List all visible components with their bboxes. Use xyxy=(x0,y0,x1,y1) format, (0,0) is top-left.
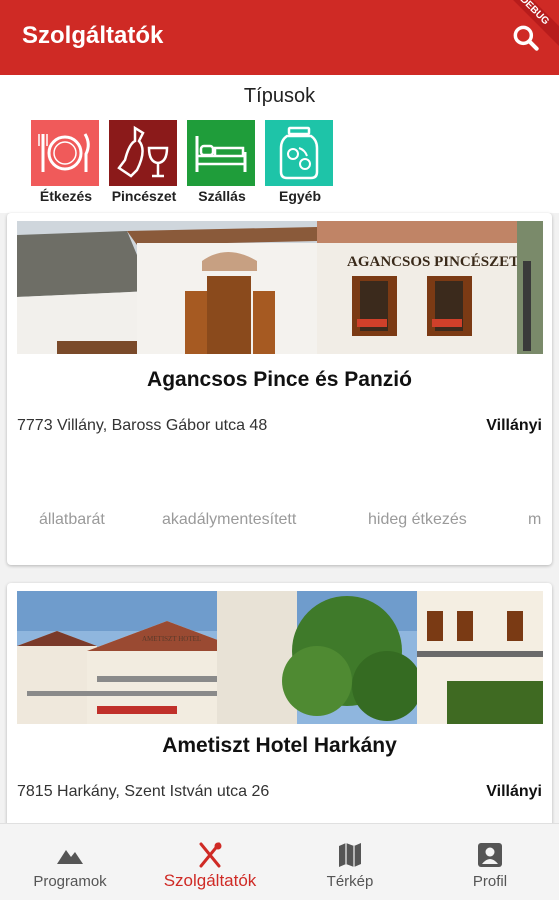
nav-item-programok[interactable]: Programok xyxy=(10,824,130,900)
tag-chip: hideg étkezés xyxy=(368,511,467,528)
nav-label: Programok xyxy=(33,873,107,890)
nav-item-szolgaltatok[interactable]: Szolgáltatók xyxy=(145,824,275,900)
tag-chip: állatbarát xyxy=(39,511,105,528)
nav-label: Térkép xyxy=(326,873,374,890)
search-icon[interactable] xyxy=(510,22,542,54)
mountain-icon xyxy=(57,850,83,864)
provider-card[interactable]: AMETISZT HOTEL Ametiszt Hotel Harkány 78… xyxy=(7,583,552,823)
tag-chip: akadálymentesített xyxy=(162,511,297,528)
type-filter-szallas[interactable]: Szállás xyxy=(187,120,257,204)
nav-label: Profil xyxy=(472,873,508,890)
provider-card[interactable]: AGANCSOS PINCÉSZET Agancsos Pince és Pan… xyxy=(7,213,552,565)
type-filter-etkezes[interactable]: Étkezés xyxy=(31,120,101,204)
main-content: Típusok Étkezés Pincészet Szállás Egyéb … xyxy=(0,75,559,823)
tag-row[interactable]: állatbarát akadálymentesített hideg étke… xyxy=(7,511,552,535)
nav-item-terkep[interactable]: Térkép xyxy=(290,824,410,900)
bottom-navigation: Programok Szolgáltatók Térkép Profil xyxy=(0,823,559,900)
nav-item-profil[interactable]: Profil xyxy=(430,824,550,900)
plate-cutlery-icon xyxy=(38,133,90,172)
type-tile xyxy=(109,120,177,186)
provider-photo: AMETISZT HOTEL xyxy=(17,591,543,724)
app-bar: Szolgáltatók DEBUG xyxy=(0,0,559,75)
type-tile xyxy=(265,120,333,186)
provider-region: Villányi xyxy=(486,417,542,434)
sign-text: AGANCSOS PINCÉSZET xyxy=(347,253,519,270)
types-heading: Típusok xyxy=(243,85,316,107)
sign-text: AMETISZT HOTEL xyxy=(142,635,201,643)
type-filter-pinceszet[interactable]: Pincészet xyxy=(109,120,179,204)
bed-icon xyxy=(195,136,247,172)
jar-icon xyxy=(279,126,319,180)
map-icon xyxy=(339,843,361,867)
type-label: Szállás xyxy=(198,188,246,204)
type-label: Étkezés xyxy=(39,188,93,204)
provider-region: Villányi xyxy=(486,783,542,800)
type-label: Pincészet xyxy=(111,188,177,204)
provider-photo: AGANCSOS PINCÉSZET xyxy=(17,221,543,354)
provider-address: 7773 Villány, Baross Gábor utca 48 xyxy=(17,417,268,434)
type-label: Egyéb xyxy=(278,188,321,204)
nav-label: Szolgáltatók xyxy=(163,871,257,890)
provider-list[interactable]: AGANCSOS PINCÉSZET Agancsos Pince és Pan… xyxy=(0,213,559,823)
type-filter-egyeb[interactable]: Egyéb xyxy=(265,120,335,204)
provider-address: 7815 Harkány, Szent István utca 26 xyxy=(17,783,270,800)
provider-name: Ametiszt Hotel Harkány xyxy=(162,734,397,757)
tag-chip: m xyxy=(528,511,542,528)
type-tile xyxy=(187,120,255,186)
page-title: Szolgáltatók xyxy=(22,22,164,49)
utensils-cross-icon xyxy=(199,842,222,868)
type-tile xyxy=(31,120,99,186)
wine-bottle-glass-icon xyxy=(117,125,169,178)
provider-name: Agancsos Pince és Panzió xyxy=(147,368,412,391)
profile-card-icon xyxy=(478,843,502,867)
